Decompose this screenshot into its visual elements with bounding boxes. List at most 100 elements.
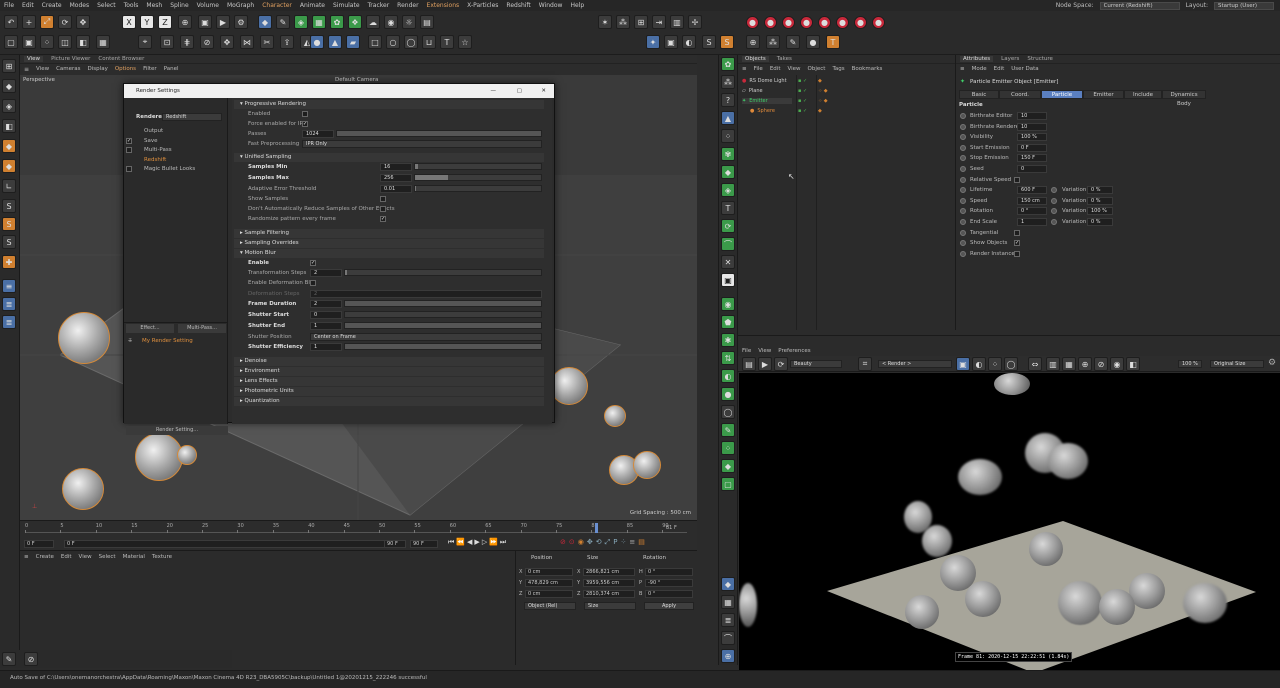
coord-system-icon[interactable]: ⊕	[178, 15, 192, 29]
size-field[interactable]: 2866,821 cm	[583, 568, 635, 576]
variation-field[interactable]: 0 %	[1087, 196, 1113, 205]
section-denoise[interactable]: ▸ Denoise	[234, 357, 544, 366]
field-icon[interactable]: ❖	[348, 15, 362, 29]
frame-duration-slider[interactable]	[344, 300, 542, 307]
maximize-icon[interactable]: ▢	[517, 88, 522, 94]
xp-fluid-icon[interactable]: ◆	[721, 459, 735, 473]
xp-generator-icon[interactable]: ✢	[688, 15, 702, 29]
xp-text-icon[interactable]: T	[721, 201, 735, 215]
snap-side-icon[interactable]: S	[2, 199, 16, 213]
xp-frame-icon[interactable]: ▣	[721, 273, 735, 287]
ring-spline-icon[interactable]: ◯	[404, 35, 418, 49]
xp-system-icon[interactable]: ⁂	[616, 15, 630, 29]
grab-icon[interactable]: ⊞	[2, 59, 16, 73]
rotation-field[interactable]: 0 °	[645, 568, 693, 576]
model-mode-icon[interactable]: ▢	[4, 35, 18, 49]
xp-group2-icon[interactable]: ◉	[721, 297, 735, 311]
param-key-icon[interactable]: P	[613, 538, 617, 547]
rv-rgb-icon[interactable]: ◉	[1110, 357, 1124, 371]
scale-key-icon[interactable]: ⤢	[605, 538, 611, 547]
variation-dot[interactable]	[1051, 208, 1057, 215]
shutter-end-field[interactable]: 1	[310, 322, 342, 330]
rv-ipr-icon[interactable]: ▶	[758, 357, 772, 371]
objects-menu-item[interactable]: File	[754, 66, 763, 72]
attr-value-field[interactable]: 150 F	[1017, 154, 1047, 163]
attributes-menu-item[interactable]: User Data	[1011, 66, 1038, 72]
rs-brush-icon[interactable]: ✎	[786, 35, 800, 49]
close-icon[interactable]: ✕	[541, 88, 546, 94]
attributes-menu-item[interactable]: Edit	[994, 66, 1005, 72]
subtab-dynamics-body[interactable]: Dynamics Body	[1162, 90, 1206, 107]
objects-menu-item[interactable]: Tags	[832, 66, 844, 72]
timeline-window-icon[interactable]: ▤	[638, 538, 645, 547]
rs-volume-icon[interactable]: ●	[800, 16, 813, 29]
size-mode-dropdown-rv[interactable]: Original Size	[1210, 360, 1264, 368]
preview-end-field[interactable]: 90 F	[384, 540, 406, 548]
menu-item-mograph[interactable]: MoGraph	[223, 2, 258, 9]
rv-snapshot-icon[interactable]: ◯	[1004, 357, 1018, 371]
xp-sim-icon[interactable]: S	[720, 35, 734, 49]
xp-system-side-icon[interactable]: ✿	[721, 57, 735, 71]
attributes-menu-icon[interactable]: ≡	[960, 66, 965, 72]
go-start-icon[interactable]: ⏮	[448, 538, 454, 547]
menu-item-animate[interactable]: Animate	[296, 2, 329, 9]
renderer-dropdown[interactable]: Redshift	[162, 113, 222, 121]
rv-refresh-icon[interactable]: ⟳	[774, 357, 788, 371]
objects-menu-icon[interactable]: ≡	[742, 66, 747, 72]
tree-item-redshift[interactable]: Redshift	[144, 157, 166, 163]
xp-scatter-icon[interactable]: ⁘	[721, 129, 735, 143]
points-mode-icon[interactable]: ⁘	[40, 35, 54, 49]
object-mode-icon[interactable]: ▣	[22, 35, 36, 49]
autokey-icon[interactable]: ⊙	[569, 538, 575, 547]
position-field[interactable]: 0 cm	[525, 568, 573, 576]
subtab-basic[interactable]: Basic	[959, 90, 999, 99]
rotation-field[interactable]: -90 °	[645, 579, 693, 587]
rs-proxy-icon[interactable]: ●	[782, 16, 795, 29]
menu-item-tools[interactable]: Tools	[120, 2, 143, 9]
section-environment[interactable]: ▸ Environment	[234, 367, 544, 376]
attr-value-field[interactable]: 0	[1017, 165, 1047, 173]
animate-dot[interactable]	[960, 176, 966, 183]
preset-name[interactable]: My Render Setting	[142, 338, 193, 344]
stack-icon[interactable]: ≣	[2, 297, 16, 311]
material-menu-item[interactable]: Edit	[61, 554, 72, 560]
viewport-menu-item[interactable]: Cameras	[56, 66, 80, 72]
deformation-blur-checkbox[interactable]	[310, 280, 316, 286]
rv-region-icon[interactable]: ▣	[956, 357, 970, 371]
renderview-menu-item[interactable]: View	[758, 348, 771, 354]
menu-item-simulate[interactable]: Simulate	[329, 2, 364, 9]
rv-color-icon[interactable]: ◐	[972, 357, 986, 371]
randomize-checkbox[interactable]: ✓	[380, 216, 386, 222]
section-lens-effects[interactable]: ▸ Lens Effects	[234, 377, 544, 386]
material-menu-item[interactable]: View	[79, 554, 92, 560]
record-icon[interactable]: ⊘	[560, 538, 566, 547]
scale-icon[interactable]: ⤢	[40, 15, 54, 29]
subtab-emitter[interactable]: Emitter	[1083, 90, 1124, 99]
attr-checkbox[interactable]	[1014, 176, 1020, 183]
size-field[interactable]: 2810,374 cm	[583, 590, 635, 598]
text-spline-icon[interactable]: T	[440, 35, 454, 49]
attr-value-field[interactable]: 150 cm	[1017, 196, 1047, 205]
material-menu-item[interactable]: Select	[99, 554, 116, 560]
xp-color-icon[interactable]: ●	[721, 387, 735, 401]
texture-icon[interactable]: ◆	[2, 139, 16, 153]
rs-material-icon[interactable]: ●	[854, 16, 867, 29]
menu-item-character[interactable]: Character	[258, 2, 296, 9]
xp-preview-icon[interactable]: ◐	[682, 35, 696, 49]
material-menu-item[interactable]: Texture	[152, 554, 172, 560]
layers-icon[interactable]: ≡	[2, 279, 16, 293]
attr-checkbox[interactable]	[1014, 250, 1020, 257]
rs-light-icon[interactable]: ●	[746, 16, 759, 29]
variation-field[interactable]: 0 %	[1087, 218, 1113, 226]
rv-settings-icon[interactable]: ⚙	[1268, 358, 1276, 368]
xp-spin-icon[interactable]: ◈	[721, 183, 735, 197]
play-icon[interactable]: ▶	[474, 538, 479, 547]
xp-shape-icon[interactable]: ◯	[721, 405, 735, 419]
menu-item-mesh[interactable]: Mesh	[142, 2, 166, 9]
fast-preprocessing-dropdown[interactable]: IPR Only	[302, 140, 542, 148]
zoom-dropdown[interactable]: 100 %	[1178, 360, 1202, 368]
xp-flock-icon[interactable]: ◆	[721, 165, 735, 179]
object-row[interactable]: ● RS Dome Light	[742, 78, 792, 84]
particle-sphere[interactable]	[58, 312, 110, 364]
polygons-mode-icon[interactable]: ◧	[76, 35, 90, 49]
